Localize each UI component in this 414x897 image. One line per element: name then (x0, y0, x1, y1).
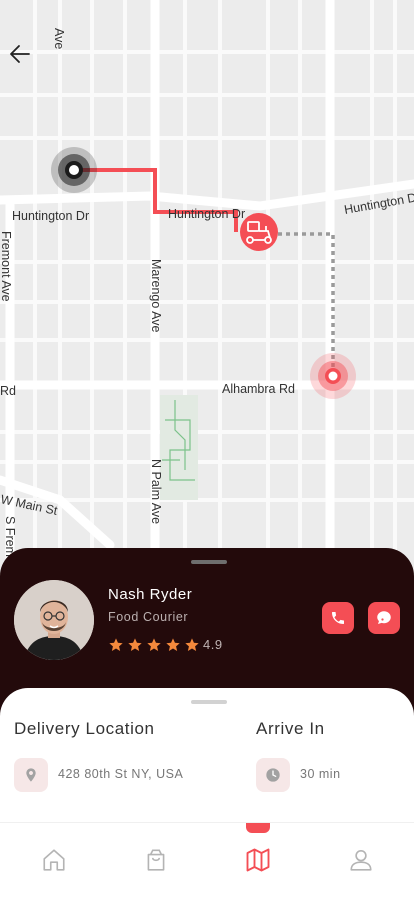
bag-icon (147, 849, 165, 871)
location-pin-icon (14, 758, 48, 792)
street-label: N Palm Ave (149, 459, 163, 524)
map-canvas: Huntington Dr Huntington Dr Huntington D… (0, 0, 414, 570)
home-icon (43, 849, 65, 871)
bottom-navigation (0, 822, 414, 897)
nav-map[interactable] (243, 845, 273, 875)
nav-orders[interactable] (141, 845, 171, 875)
chat-button[interactable] (368, 602, 400, 634)
profile-icon (350, 849, 372, 871)
star-icon (109, 638, 123, 651)
avatar (14, 580, 94, 660)
street-label: Huntington Dr (168, 207, 245, 221)
chat-bubble-icon (377, 611, 391, 624)
star-icon (128, 638, 142, 651)
clock-icon (256, 758, 290, 792)
nav-profile[interactable] (346, 845, 376, 875)
arrival-time: 30 min (300, 767, 341, 781)
street-label: Huntington Dr (12, 209, 89, 223)
map-icon (246, 848, 270, 872)
active-tab-indicator (246, 823, 270, 833)
courier-name: Nash Ryder (108, 586, 193, 603)
street-label: Marengo Ave (149, 259, 163, 332)
nav-home[interactable] (39, 845, 69, 875)
courier-role: Food Courier (108, 610, 189, 624)
back-button[interactable] (8, 42, 40, 74)
phone-icon (332, 612, 344, 624)
street-label: Alhambra Rd (222, 382, 295, 396)
delivery-location-title: Delivery Location (14, 719, 155, 738)
street-label: Fremont Ave (0, 231, 13, 302)
street-label: Ave (52, 28, 66, 49)
star-icon (166, 638, 180, 651)
delivery-address: 428 80th St NY, USA (58, 767, 184, 781)
courier-photo (14, 580, 94, 660)
map-view[interactable]: Huntington Dr Huntington Dr Huntington D… (0, 0, 414, 570)
courier-scooter-icon[interactable] (240, 213, 278, 251)
star-icon (185, 638, 199, 651)
drag-handle[interactable] (191, 560, 227, 564)
rating-stars (108, 637, 200, 653)
arrow-left-icon (10, 45, 30, 63)
rating-value: 4.9 (203, 637, 223, 652)
star-icon (147, 638, 161, 651)
drag-handle[interactable] (191, 700, 227, 704)
delivery-info-sheet: Delivery Location Arrive In 428 80th St … (0, 688, 414, 822)
arrive-in-title: Arrive In (256, 719, 325, 738)
street-label: Rd (0, 384, 16, 398)
call-button[interactable] (322, 602, 354, 634)
